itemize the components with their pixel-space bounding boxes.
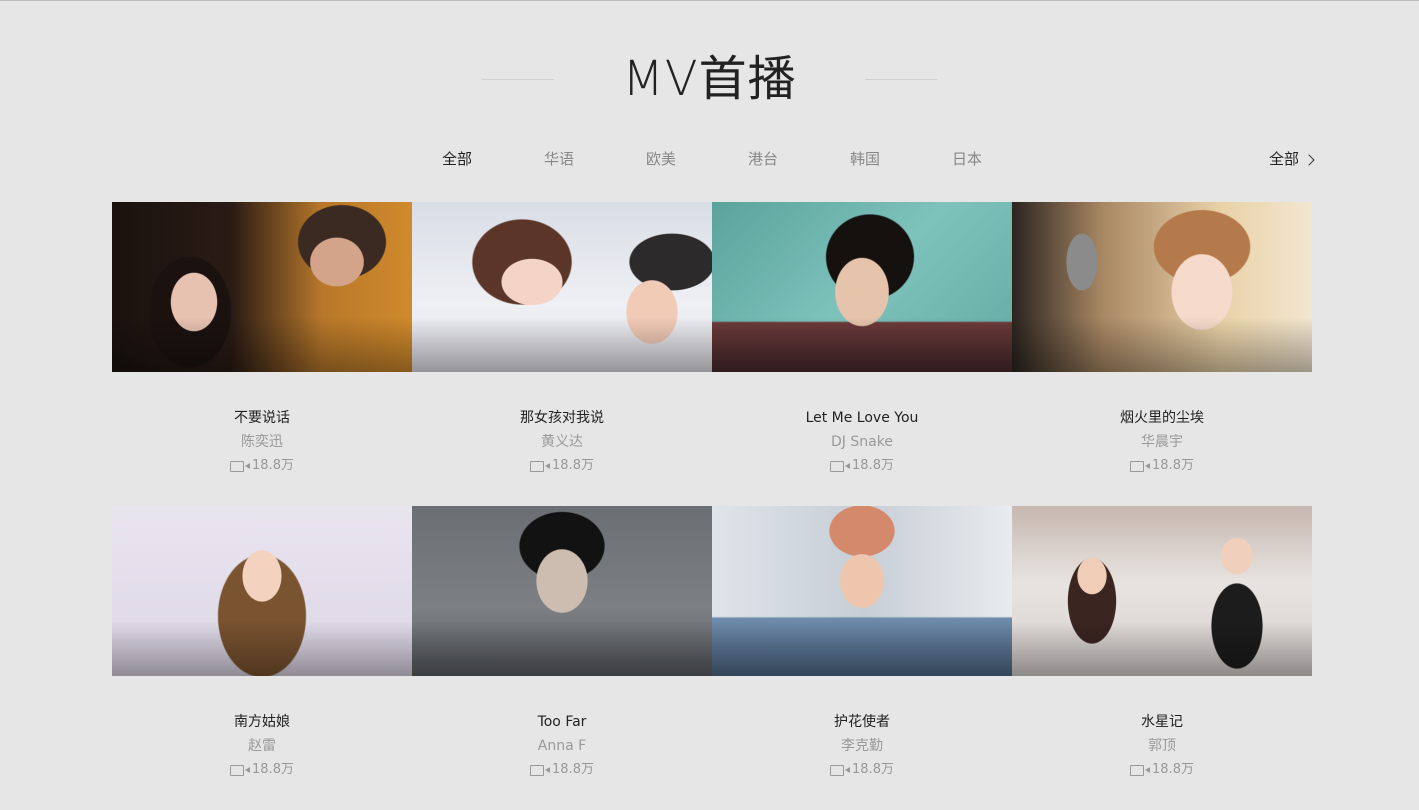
tab-hk-tw[interactable]: 港台 <box>712 147 814 171</box>
mv-thumbnail[interactable] <box>412 506 712 676</box>
mv-artist[interactable]: 赵雷 <box>112 737 412 755</box>
mv-thumbnail[interactable] <box>412 202 712 372</box>
mv-views: 18.8万 <box>412 457 712 475</box>
video-icon <box>1130 764 1151 776</box>
video-icon <box>230 764 251 776</box>
mv-artist[interactable]: 黄义达 <box>412 433 712 451</box>
mv-thumbnail[interactable] <box>1012 202 1312 372</box>
mv-views: 18.8万 <box>712 761 1012 779</box>
mv-card[interactable]: 那女孩对我说 黄义达 18.8万 <box>412 202 712 506</box>
mv-title[interactable]: 不要说话 <box>112 409 412 427</box>
mv-title[interactable]: Too Far <box>412 713 712 731</box>
mv-views: 18.8万 <box>1012 457 1312 475</box>
mv-title[interactable]: 烟火里的尘埃 <box>1012 409 1312 427</box>
title-divider-right <box>864 78 937 80</box>
mv-thumbnail[interactable] <box>712 202 1012 372</box>
mv-title[interactable]: 那女孩对我说 <box>412 409 712 427</box>
mv-views: 18.8万 <box>112 457 412 475</box>
video-icon <box>830 460 851 472</box>
mv-card[interactable]: 水星记 郭顶 18.8万 <box>1012 506 1312 810</box>
mv-grid: 不要说话 陈奕迅 18.8万 那女孩对我说 黄义达 18.8万 Let Me L… <box>112 202 1312 810</box>
view-all-link[interactable]: 全部 <box>1268 147 1315 171</box>
mv-card[interactable]: 南方姑娘 赵雷 18.8万 <box>112 506 412 810</box>
mv-view-count: 18.8万 <box>852 458 894 473</box>
mv-card[interactable]: Let Me Love You DJ Snake 18.8万 <box>712 202 1012 506</box>
mv-views: 18.8万 <box>1012 761 1312 779</box>
tab-japan[interactable]: 日本 <box>916 147 1018 171</box>
mv-card[interactable]: 烟火里的尘埃 华晨宇 18.8万 <box>1012 202 1312 506</box>
mv-views: 18.8万 <box>412 761 712 779</box>
mv-title[interactable]: 水星记 <box>1012 713 1312 731</box>
mv-views: 18.8万 <box>712 457 1012 475</box>
view-all-label: 全部 <box>1268 150 1299 168</box>
region-tabs: 全部 华语 欧美 港台 韩国 日本 <box>406 147 1018 171</box>
mv-view-count: 18.8万 <box>1152 762 1194 777</box>
video-icon <box>1130 460 1151 472</box>
mv-title[interactable]: 护花使者 <box>712 713 1012 731</box>
chevron-right-icon <box>1303 153 1315 166</box>
tab-western[interactable]: 欧美 <box>610 147 712 171</box>
tab-chinese[interactable]: 华语 <box>508 147 610 171</box>
mv-view-count: 18.8万 <box>1152 458 1194 473</box>
tab-korea[interactable]: 韩国 <box>814 147 916 171</box>
mv-view-count: 18.8万 <box>852 762 894 777</box>
mv-artist[interactable]: Anna F <box>412 737 712 755</box>
mv-views: 18.8万 <box>112 761 412 779</box>
section-header: MV首播 <box>0 48 1419 110</box>
video-icon <box>530 764 551 776</box>
mv-title[interactable]: Let Me Love You <box>712 409 1012 427</box>
mv-view-count: 18.8万 <box>252 762 294 777</box>
mv-card[interactable]: Too Far Anna F 18.8万 <box>412 506 712 810</box>
mv-artist[interactable]: DJ Snake <box>712 433 1012 451</box>
mv-thumbnail[interactable] <box>112 202 412 372</box>
section-title: MV首播 <box>622 51 797 107</box>
title-divider-left <box>482 78 555 80</box>
mv-thumbnail[interactable] <box>1012 506 1312 676</box>
mv-view-count: 18.8万 <box>552 762 594 777</box>
mv-thumbnail[interactable] <box>712 506 1012 676</box>
video-icon <box>530 460 551 472</box>
mv-view-count: 18.8万 <box>552 458 594 473</box>
mv-artist[interactable]: 陈奕迅 <box>112 433 412 451</box>
mv-thumbnail[interactable] <box>112 506 412 676</box>
video-icon <box>830 764 851 776</box>
tab-all[interactable]: 全部 <box>406 147 508 171</box>
mv-title[interactable]: 南方姑娘 <box>112 713 412 731</box>
mv-view-count: 18.8万 <box>252 458 294 473</box>
mv-card[interactable]: 不要说话 陈奕迅 18.8万 <box>112 202 412 506</box>
mv-card[interactable]: 护花使者 李克勤 18.8万 <box>712 506 1012 810</box>
mv-artist[interactable]: 华晨宇 <box>1012 433 1312 451</box>
mv-artist[interactable]: 郭顶 <box>1012 737 1312 755</box>
mv-artist[interactable]: 李克勤 <box>712 737 1012 755</box>
video-icon <box>230 460 251 472</box>
